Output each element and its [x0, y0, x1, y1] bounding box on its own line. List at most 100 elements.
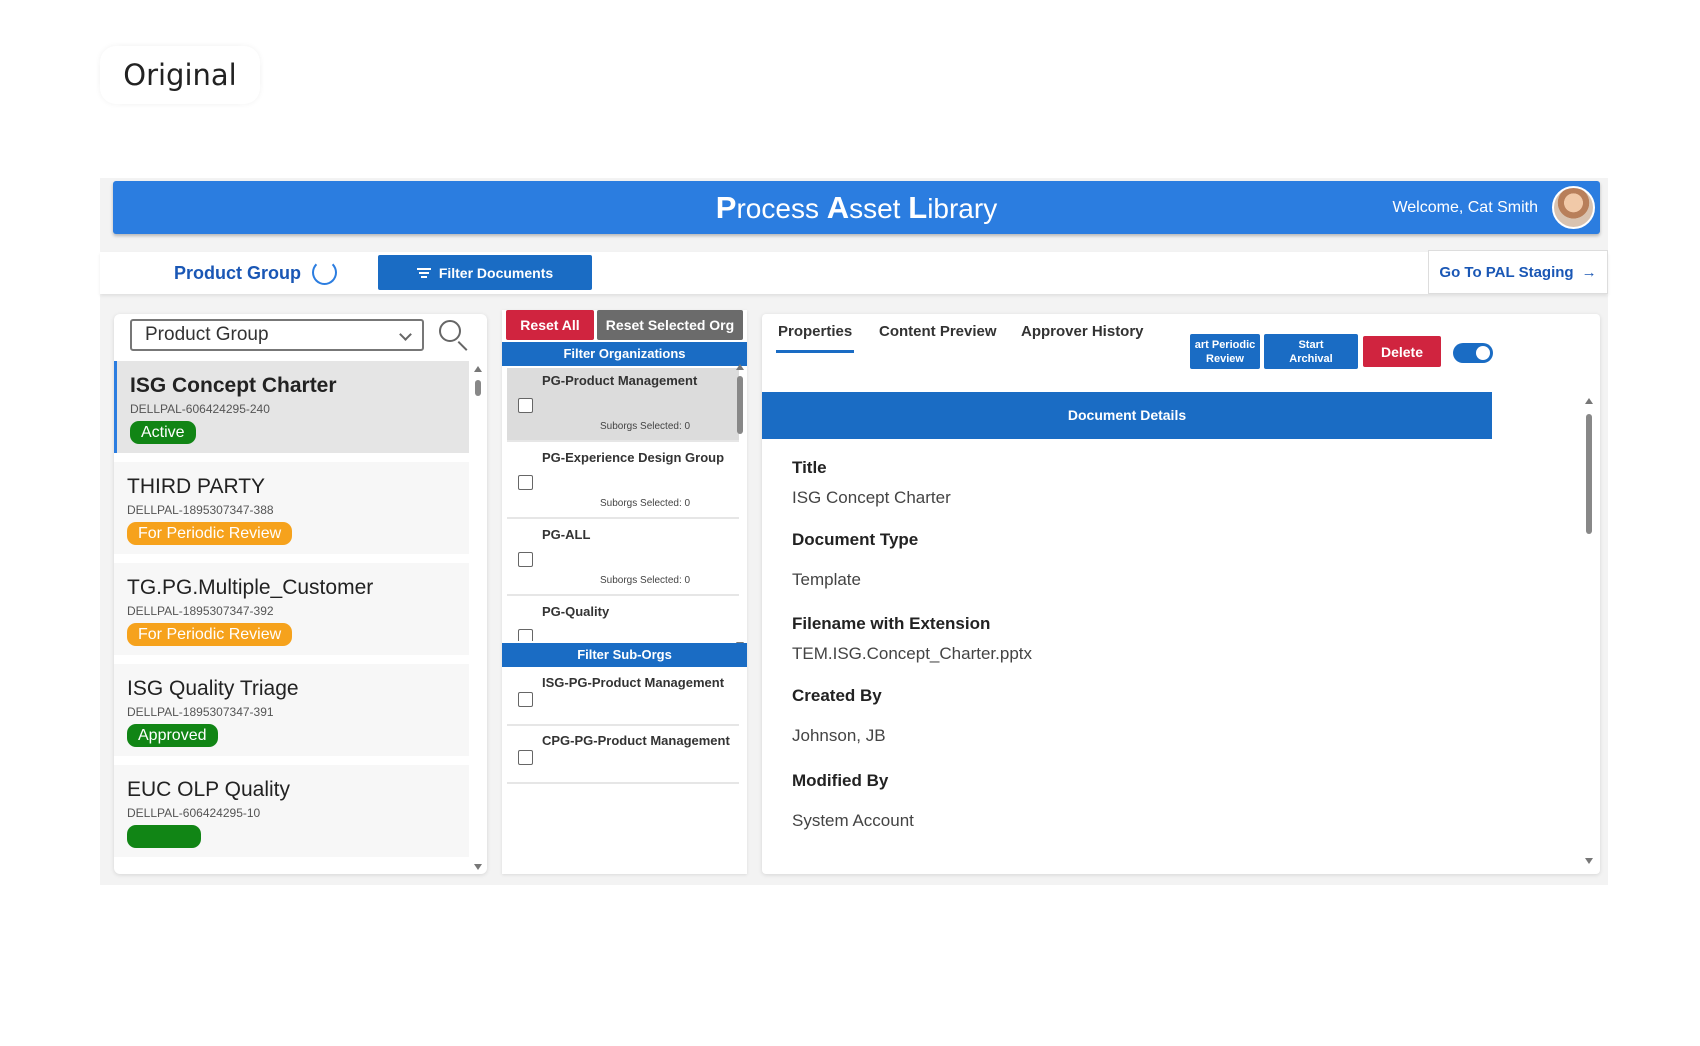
start-periodic-review-label: art Periodic [1194, 338, 1256, 351]
document-list: ISG Concept Charter DELLPAL-606424295-24… [114, 361, 469, 874]
status-badge: Approved [127, 724, 218, 747]
tab-approver-history[interactable]: Approver History [1021, 323, 1144, 340]
app-header: Process Asset Library Welcome, Cat Smith [113, 181, 1600, 234]
scroll-up-icon[interactable] [1585, 398, 1593, 404]
status-badge [127, 825, 201, 848]
status-badge: For Periodic Review [127, 522, 293, 545]
document-item[interactable]: ISG Quality Triage DELLPAL-1895307347-39… [114, 664, 469, 756]
avatar[interactable] [1552, 186, 1595, 229]
go-to-staging-label: Go To PAL Staging [1439, 263, 1574, 281]
field-label-created-by: Created By [792, 686, 882, 705]
document-details-panel: Properties Content Preview Approver Hist… [762, 314, 1600, 874]
org-item[interactable]: PG-Product Management Suborgs Selected: … [507, 368, 739, 442]
filter-organizations-header: Filter Organizations [502, 342, 747, 366]
status-badge: For Periodic Review [127, 623, 293, 646]
org-checkbox[interactable] [518, 552, 533, 567]
document-title: ISG Concept Charter [130, 374, 337, 397]
org-checkbox[interactable] [518, 629, 533, 641]
document-list-scrollbar[interactable] [473, 366, 483, 874]
toggle-knob [1476, 346, 1490, 360]
field-label-document-type: Document Type [792, 530, 919, 549]
start-archival-label: Start [1298, 338, 1324, 351]
org-name: PG-Experience Design Group [542, 450, 725, 465]
field-label-filename: Filename with Extension [792, 614, 991, 633]
scroll-thumb[interactable] [737, 376, 743, 434]
suborg-checkbox[interactable] [518, 750, 533, 765]
product-group-link[interactable]: Product Group [174, 252, 301, 294]
start-archival-button[interactable]: Start Archival [1264, 334, 1358, 369]
document-item[interactable]: TG.PG.Multiple_Customer DELLPAL-18953073… [114, 563, 469, 655]
field-value-modified-by: System Account [792, 811, 914, 830]
toggle-switch[interactable] [1453, 343, 1493, 363]
document-title: TG.PG.Multiple_Customer [127, 576, 374, 599]
document-id: DELLPAL-1895307347-388 [127, 503, 274, 517]
suborg-item[interactable]: ISG-PG-Product Management [507, 670, 739, 726]
scroll-down-icon[interactable] [1585, 858, 1593, 864]
filter-suborgs-header: Filter Sub-Orgs [502, 643, 747, 667]
org-checkbox[interactable] [518, 398, 533, 413]
product-group-select[interactable]: Product Group [130, 319, 424, 351]
go-to-staging-button[interactable]: Go To PAL Staging → [1428, 250, 1608, 294]
title-part: A [826, 190, 850, 225]
document-item[interactable]: THIRD PARTY DELLPAL-1895307347-388 For P… [114, 462, 469, 554]
document-title: EUC OLP Quality [127, 778, 291, 801]
toolbar: Product Group Filter Documents Go To PAL… [100, 250, 1608, 294]
page-title: Process Asset Library [113, 181, 1600, 234]
reset-all-button[interactable]: Reset All [506, 310, 594, 340]
document-id: DELLPAL-1895307347-392 [127, 604, 274, 618]
org-item[interactable]: PG-Experience Design Group Suborgs Selec… [507, 445, 739, 519]
app-window: Process Asset Library Welcome, Cat Smith… [100, 178, 1608, 885]
welcome-text: Welcome, Cat Smith [1392, 199, 1538, 216]
title-part: L [908, 190, 928, 225]
title-part: rocess [736, 193, 827, 224]
title-part: P [715, 190, 737, 225]
document-item[interactable]: EUC OLP Quality DELLPAL-606424295-10 [114, 765, 469, 857]
reset-selected-org-button[interactable]: Reset Selected Org [597, 310, 743, 340]
start-periodic-review-label: Review [1206, 352, 1244, 365]
filter-icon [416, 266, 431, 280]
suborg-checkbox[interactable] [518, 692, 533, 707]
document-title: THIRD PARTY [127, 475, 266, 498]
document-details-header: Document Details [762, 392, 1492, 439]
document-id: DELLPAL-606424295-240 [130, 402, 270, 416]
status-badge: Active [130, 421, 196, 444]
suborg-name: CPG-PG-Product Management [542, 733, 730, 748]
suborgs-count: Suborgs Selected: 0 [600, 421, 691, 432]
start-periodic-review-button[interactable]: art Periodic Review [1190, 334, 1260, 369]
filter-panel: Reset All Reset Selected Org Filter Orga… [502, 310, 747, 874]
filter-documents-button[interactable]: Filter Documents [378, 255, 592, 290]
field-value-filename: TEM.ISG.Concept_Charter.pptx [792, 644, 1032, 663]
scroll-thumb[interactable] [475, 380, 481, 396]
start-archival-label: Archival [1289, 352, 1333, 365]
document-title: ISG Quality Triage [127, 677, 299, 700]
org-checkbox[interactable] [518, 475, 533, 490]
suborg-name: ISG-PG-Product Management [542, 675, 725, 690]
suborg-item[interactable]: CPG-PG-Product Management [507, 728, 739, 784]
search-icon[interactable] [439, 320, 461, 342]
org-name: PG-Product Management [542, 373, 698, 388]
scroll-up-icon[interactable] [474, 366, 482, 372]
tab-content-preview[interactable]: Content Preview [879, 323, 997, 340]
details-scrollbar[interactable] [1584, 398, 1594, 868]
org-item[interactable]: PG-Quality [507, 599, 739, 641]
document-list-panel: Product Group ISG Concept Charter DELLPA… [114, 314, 487, 874]
suborgs-count: Suborgs Selected: 0 [600, 575, 691, 586]
filter-documents-label: Filter Documents [438, 264, 554, 281]
org-item[interactable]: PG-ALL Suborgs Selected: 0 [507, 522, 739, 596]
arrow-right-icon: → [1581, 263, 1597, 281]
delete-button[interactable]: Delete [1363, 336, 1441, 367]
document-id: DELLPAL-606424295-10 [127, 806, 261, 820]
org-name: PG-ALL [542, 527, 591, 542]
chevron-down-icon [399, 328, 412, 341]
scroll-down-icon[interactable] [474, 864, 482, 870]
field-label-title: Title [792, 458, 827, 477]
field-value-created-by: Johnson, JB [792, 726, 886, 745]
select-value: Product Group [145, 324, 269, 345]
scroll-thumb[interactable] [1586, 414, 1592, 534]
tab-properties[interactable]: Properties [775, 323, 855, 353]
refresh-icon[interactable] [312, 260, 337, 285]
org-list-scrollbar[interactable] [735, 364, 745, 648]
title-part: sset [849, 193, 909, 224]
scroll-up-icon[interactable] [736, 364, 744, 370]
document-item[interactable]: ISG Concept Charter DELLPAL-606424295-24… [114, 361, 469, 453]
